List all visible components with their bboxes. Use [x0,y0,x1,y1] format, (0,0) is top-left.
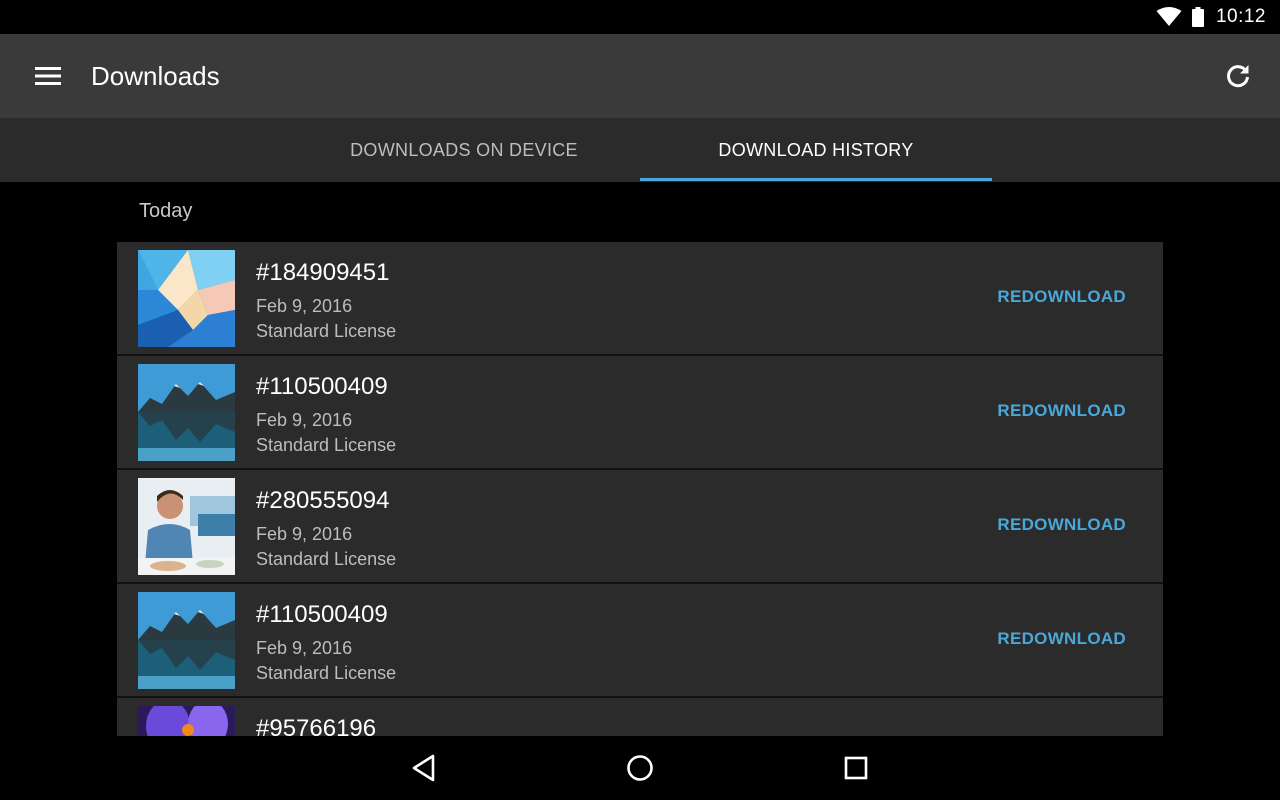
thumbnail-image [138,250,235,347]
list-item[interactable]: #110500409 Feb 9, 2016 Standard License … [117,356,1163,470]
download-list: #184909451 Feb 9, 2016 Standard License … [117,242,1163,736]
home-circle-icon[interactable] [620,750,660,786]
license-type: Standard License [256,549,397,569]
download-date: Feb 9, 2016 [256,410,353,430]
image-id: #280555094 [256,487,390,514]
thumbnail-image [138,364,235,461]
license-type: Standard License [256,663,397,683]
tab-downloads-on-device[interactable]: DOWNLOADS ON DEVICE [288,118,640,182]
refresh-icon[interactable] [1220,58,1256,94]
status-bar: 10:12 [0,0,1280,34]
tab-bar: DOWNLOADS ON DEVICE DOWNLOAD HISTORY [0,118,1280,182]
active-tab-indicator [640,178,992,181]
status-clock: 10:12 [1215,6,1266,27]
image-id: #95766196 [256,715,377,736]
thumbnail-image [138,592,235,689]
download-date: Feb 9, 2016 [256,296,353,316]
battery-icon [1191,7,1204,27]
thumbnail-image [138,706,235,736]
back-triangle-icon[interactable] [404,750,444,786]
redownload-button[interactable]: REDOWNLOAD [997,287,1126,307]
redownload-button[interactable]: REDOWNLOAD [997,515,1126,535]
list-item[interactable]: #95766196 [117,698,1163,736]
image-id: #184909451 [256,259,390,286]
list-item[interactable]: #280555094 Feb 9, 2016 Standard License … [117,470,1163,584]
redownload-button[interactable]: REDOWNLOAD [997,629,1126,649]
list-item[interactable]: #110500409 Feb 9, 2016 Standard License … [117,584,1163,698]
thumbnail-image [138,478,235,575]
download-date: Feb 9, 2016 [256,524,353,544]
tab-download-history[interactable]: DOWNLOAD HISTORY [640,118,992,182]
license-type: Standard License [256,321,397,341]
hamburger-menu-icon[interactable] [30,60,66,92]
system-nav-bar [0,736,1280,800]
download-history-content[interactable]: Today #184909451 Feb 9, 2016 Standard Li… [0,182,1280,736]
download-date: Feb 9, 2016 [256,638,353,658]
image-id: #110500409 [256,601,388,628]
page-title: Downloads [91,61,220,91]
list-item[interactable]: #184909451 Feb 9, 2016 Standard License … [117,242,1163,356]
wifi-icon [1156,7,1182,26]
recents-square-icon[interactable] [836,750,876,786]
section-header-today: Today [139,200,193,222]
image-id: #110500409 [256,373,388,400]
license-type: Standard License [256,435,397,455]
redownload-button[interactable]: REDOWNLOAD [997,401,1126,421]
app-toolbar: Downloads [0,34,1280,118]
